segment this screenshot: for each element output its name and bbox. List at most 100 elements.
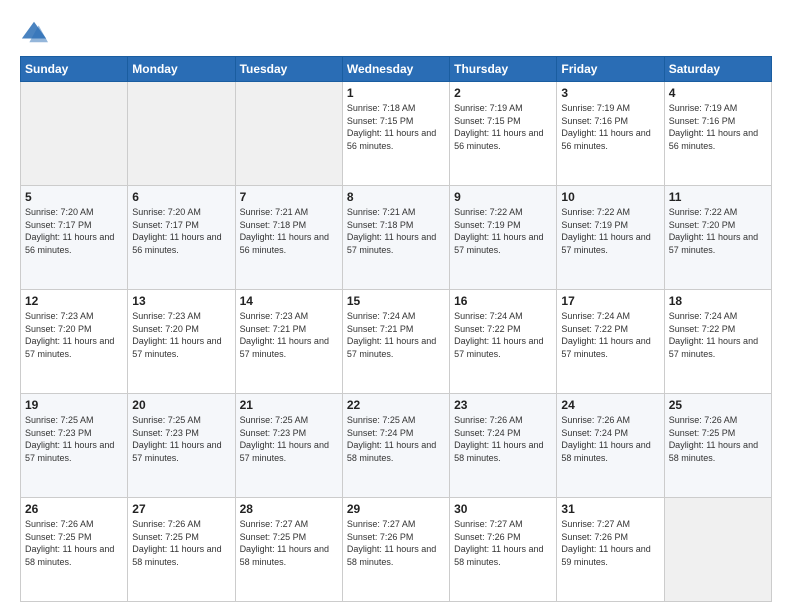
weekday-header-saturday: Saturday: [664, 57, 771, 82]
day-info: Sunrise: 7:23 AM Sunset: 7:20 PM Dayligh…: [132, 310, 230, 360]
day-number: 2: [454, 86, 552, 100]
day-info: Sunrise: 7:19 AM Sunset: 7:15 PM Dayligh…: [454, 102, 552, 152]
day-number: 23: [454, 398, 552, 412]
calendar-cell: 10Sunrise: 7:22 AM Sunset: 7:19 PM Dayli…: [557, 186, 664, 290]
day-number: 27: [132, 502, 230, 516]
day-info: Sunrise: 7:18 AM Sunset: 7:15 PM Dayligh…: [347, 102, 445, 152]
day-info: Sunrise: 7:23 AM Sunset: 7:21 PM Dayligh…: [240, 310, 338, 360]
weekday-header-monday: Monday: [128, 57, 235, 82]
day-info: Sunrise: 7:21 AM Sunset: 7:18 PM Dayligh…: [240, 206, 338, 256]
day-number: 15: [347, 294, 445, 308]
day-info: Sunrise: 7:24 AM Sunset: 7:22 PM Dayligh…: [669, 310, 767, 360]
day-number: 31: [561, 502, 659, 516]
day-number: 9: [454, 190, 552, 204]
day-info: Sunrise: 7:26 AM Sunset: 7:25 PM Dayligh…: [25, 518, 123, 568]
day-number: 18: [669, 294, 767, 308]
weekday-header-tuesday: Tuesday: [235, 57, 342, 82]
day-info: Sunrise: 7:25 AM Sunset: 7:23 PM Dayligh…: [240, 414, 338, 464]
day-number: 25: [669, 398, 767, 412]
day-number: 20: [132, 398, 230, 412]
day-number: 24: [561, 398, 659, 412]
calendar-cell: 2 Sunrise: 7:19 AM Sunset: 7:15 PM Daylig…: [450, 82, 557, 186]
day-number: 6: [132, 190, 230, 204]
day-info: Sunrise: 7:26 AM Sunset: 7:25 PM Dayligh…: [669, 414, 767, 464]
day-number: 1: [347, 86, 445, 100]
day-number: 29: [347, 502, 445, 516]
day-number: 11: [669, 190, 767, 204]
calendar-cell: 18 Sunrise: 7:24 AM Sunset: 7:22 PM Dayli…: [664, 290, 771, 394]
logo: [20, 18, 52, 46]
calendar-cell: 25 Sunrise: 7:26 AM Sunset: 7:25 PM Dayli…: [664, 394, 771, 498]
calendar-cell: [664, 498, 771, 602]
weekday-header-thursday: Thursday: [450, 57, 557, 82]
calendar-cell: 6 Sunrise: 7:20 AM Sunset: 7:17 PM Daylig…: [128, 186, 235, 290]
calendar-cell: 30 Sunrise: 7:27 AM Sunset: 7:26 PM Dayli…: [450, 498, 557, 602]
calendar-cell: 11 Sunrise: 7:22 AM Sunset: 7:20 PM Dayli…: [664, 186, 771, 290]
weekday-header-friday: Friday: [557, 57, 664, 82]
day-info: Sunrise: 7:27 AM Sunset: 7:26 PM Dayligh…: [454, 518, 552, 568]
weekday-header-row: SundayMondayTuesdayWednesdayThursdayFrid…: [21, 57, 772, 82]
day-number: 14: [240, 294, 338, 308]
day-number: 7: [240, 190, 338, 204]
calendar-cell: 9Sunrise: 7:22 AM Sunset: 7:19 PM Daylig…: [450, 186, 557, 290]
calendar-cell: 21 Sunrise: 7:25 AM Sunset: 7:23 PM Dayli…: [235, 394, 342, 498]
day-info: Sunrise: 7:26 AM Sunset: 7:24 PM Dayligh…: [454, 414, 552, 464]
day-info: Sunrise: 7:24 AM Sunset: 7:22 PM Dayligh…: [561, 310, 659, 360]
week-row-3: 12 Sunrise: 7:23 AM Sunset: 7:20 PM Dayli…: [21, 290, 772, 394]
calendar-cell: 12Sunrise: 7:23 AM Sunset: 7:20 PM Dayli…: [21, 290, 128, 394]
calendar-cell: 5 Sunrise: 7:20 AM Sunset: 7:17 PM Daylig…: [21, 186, 128, 290]
day-number: 8: [347, 190, 445, 204]
week-row-5: 26Sunrise: 7:26 AM Sunset: 7:25 PM Dayli…: [21, 498, 772, 602]
day-info: Sunrise: 7:19 AM Sunset: 7:16 PM Dayligh…: [561, 102, 659, 152]
calendar-cell: 24 Sunrise: 7:26 AM Sunset: 7:24 PM Dayli…: [557, 394, 664, 498]
calendar-cell: 16 Sunrise: 7:24 AM Sunset: 7:22 PM Dayli…: [450, 290, 557, 394]
day-info: Sunrise: 7:22 AM Sunset: 7:20 PM Dayligh…: [669, 206, 767, 256]
day-number: 4: [669, 86, 767, 100]
day-info: Sunrise: 7:26 AM Sunset: 7:25 PM Dayligh…: [132, 518, 230, 568]
day-number: 19: [25, 398, 123, 412]
day-number: 30: [454, 502, 552, 516]
week-row-4: 19 Sunrise: 7:25 AM Sunset: 7:23 PM Dayli…: [21, 394, 772, 498]
day-number: 12: [25, 294, 123, 308]
header: [20, 18, 772, 46]
day-info: Sunrise: 7:25 AM Sunset: 7:24 PM Dayligh…: [347, 414, 445, 464]
weekday-header-sunday: Sunday: [21, 57, 128, 82]
day-info: Sunrise: 7:25 AM Sunset: 7:23 PM Dayligh…: [132, 414, 230, 464]
calendar-cell: 8 Sunrise: 7:21 AM Sunset: 7:18 PM Daylig…: [342, 186, 449, 290]
calendar-cell: 17Sunrise: 7:24 AM Sunset: 7:22 PM Dayli…: [557, 290, 664, 394]
day-info: Sunrise: 7:20 AM Sunset: 7:17 PM Dayligh…: [132, 206, 230, 256]
calendar-page: SundayMondayTuesdayWednesdayThursdayFrid…: [0, 0, 792, 612]
calendar-cell: 4 Sunrise: 7:19 AM Sunset: 7:16 PM Daylig…: [664, 82, 771, 186]
week-row-2: 5 Sunrise: 7:20 AM Sunset: 7:17 PM Daylig…: [21, 186, 772, 290]
calendar-cell: 23 Sunrise: 7:26 AM Sunset: 7:24 PM Dayli…: [450, 394, 557, 498]
week-row-1: 1 Sunrise: 7:18 AM Sunset: 7:15 PM Daylig…: [21, 82, 772, 186]
day-info: Sunrise: 7:19 AM Sunset: 7:16 PM Dayligh…: [669, 102, 767, 152]
calendar-cell: 15Sunrise: 7:24 AM Sunset: 7:21 PM Dayli…: [342, 290, 449, 394]
weekday-header-wednesday: Wednesday: [342, 57, 449, 82]
day-info: Sunrise: 7:20 AM Sunset: 7:17 PM Dayligh…: [25, 206, 123, 256]
calendar-cell: [128, 82, 235, 186]
calendar-cell: 13 Sunrise: 7:23 AM Sunset: 7:20 PM Dayli…: [128, 290, 235, 394]
calendar-cell: 27 Sunrise: 7:26 AM Sunset: 7:25 PM Dayli…: [128, 498, 235, 602]
day-number: 3: [561, 86, 659, 100]
day-info: Sunrise: 7:21 AM Sunset: 7:18 PM Dayligh…: [347, 206, 445, 256]
calendar-table: SundayMondayTuesdayWednesdayThursdayFrid…: [20, 56, 772, 602]
day-number: 28: [240, 502, 338, 516]
day-info: Sunrise: 7:26 AM Sunset: 7:24 PM Dayligh…: [561, 414, 659, 464]
day-info: Sunrise: 7:27 AM Sunset: 7:26 PM Dayligh…: [561, 518, 659, 568]
day-number: 5: [25, 190, 123, 204]
calendar-cell: 7 Sunrise: 7:21 AM Sunset: 7:18 PM Daylig…: [235, 186, 342, 290]
day-info: Sunrise: 7:24 AM Sunset: 7:22 PM Dayligh…: [454, 310, 552, 360]
day-number: 21: [240, 398, 338, 412]
calendar-cell: 19 Sunrise: 7:25 AM Sunset: 7:23 PM Dayli…: [21, 394, 128, 498]
calendar-cell: [21, 82, 128, 186]
day-info: Sunrise: 7:22 AM Sunset: 7:19 PM Dayligh…: [561, 206, 659, 256]
calendar-cell: 31 Sunrise: 7:27 AM Sunset: 7:26 PM Dayli…: [557, 498, 664, 602]
logo-icon: [20, 18, 48, 46]
calendar-cell: 26Sunrise: 7:26 AM Sunset: 7:25 PM Dayli…: [21, 498, 128, 602]
calendar-cell: 28Sunrise: 7:27 AM Sunset: 7:25 PM Dayli…: [235, 498, 342, 602]
calendar-cell: [235, 82, 342, 186]
day-number: 16: [454, 294, 552, 308]
day-info: Sunrise: 7:25 AM Sunset: 7:23 PM Dayligh…: [25, 414, 123, 464]
day-number: 13: [132, 294, 230, 308]
